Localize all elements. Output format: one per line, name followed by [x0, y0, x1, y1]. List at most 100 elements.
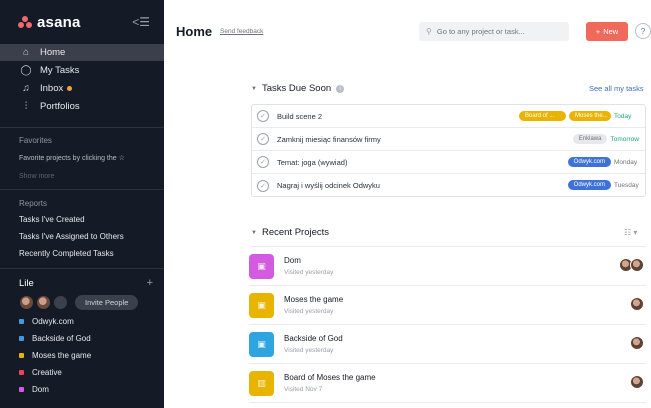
recent-project-row[interactable]: ▣ Moses the game Visited yesterday: [249, 286, 646, 325]
project-color-square: [19, 387, 24, 392]
project-tag[interactable]: Board of ...: [519, 111, 566, 121]
sidebar-project-moses[interactable]: Moses the game: [0, 347, 164, 364]
sidebar-project-label: Creative: [32, 368, 62, 377]
top-bar: Home Send feedback ⚲ + New ?: [164, 0, 651, 62]
report-completed[interactable]: Recently Completed Tasks: [0, 245, 164, 262]
divider: [0, 189, 164, 190]
plus-icon: +: [595, 27, 601, 36]
recent-project-row[interactable]: ▥ Board of Moses the game Visited Nov 7: [249, 364, 646, 403]
search-icon: ⚲: [426, 27, 432, 36]
due-date[interactable]: Tuesday: [614, 182, 639, 189]
divider: [0, 127, 164, 128]
project-visited: Visited Nov 7: [284, 386, 323, 393]
nav-my-tasks[interactable]: ◯ My Tasks: [0, 61, 164, 79]
logo-row: asana <☰: [0, 0, 164, 44]
avatar[interactable]: [630, 336, 644, 350]
project-tile-icon: ▣: [249, 254, 274, 279]
add-project-icon[interactable]: +: [147, 277, 153, 289]
task-meta: Odwyk.com Tuesday: [567, 174, 639, 196]
project-members: [630, 336, 644, 350]
reports-title: Reports: [19, 199, 48, 208]
sidebar-project-label: Moses the game: [32, 351, 92, 360]
project-tile-icon: ▥: [249, 371, 274, 396]
nav-home-label: Home: [40, 47, 66, 58]
sidebar-project-backside[interactable]: Backside of God: [0, 330, 164, 347]
tasks-due-title: Tasks Due Soon: [261, 83, 332, 94]
project-visited: Visited yesterday: [284, 308, 334, 315]
sidebar-project-dom[interactable]: Dom: [0, 381, 164, 398]
check-circle-icon: ◯: [20, 64, 32, 76]
recent-projects-header[interactable]: ▼ Recent Projects: [251, 227, 329, 238]
see-all-tasks-link[interactable]: See all my tasks: [589, 84, 644, 93]
collapse-triangle-icon: ▼: [251, 85, 257, 92]
asana-logo[interactable]: asana: [18, 14, 81, 31]
project-color-square: [19, 353, 24, 358]
check-icon[interactable]: ✓: [257, 179, 269, 192]
project-tag[interactable]: Odwyk.com: [567, 157, 611, 167]
avatar[interactable]: [630, 258, 644, 272]
bar-chart-icon: ⫶: [24, 100, 28, 112]
view-options-icon[interactable]: ☷ ▾: [624, 228, 637, 237]
project-name: Board of Moses the game: [284, 373, 376, 382]
logo-text: asana: [37, 13, 81, 31]
avatar[interactable]: [630, 297, 644, 311]
task-name: Zamknij miesiąc finansów firmy: [277, 134, 381, 144]
sidebar: asana <☰ ⌂ Home ◯ My Tasks ♫ Inbox ⫶ Por…: [0, 0, 164, 408]
project-tile-icon: ▣: [249, 293, 274, 318]
recent-project-row[interactable]: ▣ Backside of God Visited yesterday: [249, 325, 646, 364]
new-button[interactable]: + New: [586, 22, 628, 41]
project-members: [619, 258, 644, 272]
project-tag[interactable]: Enklawa: [572, 134, 608, 144]
tasks-due-header[interactable]: ▼ Tasks Due Soon i: [251, 83, 345, 94]
avatar[interactable]: [53, 294, 68, 310]
project-tag[interactable]: Moses the...: [569, 111, 611, 121]
invite-people-button[interactable]: Invite People: [75, 294, 139, 310]
send-feedback-link[interactable]: Send feedback: [220, 28, 263, 35]
project-color-square: [19, 319, 24, 324]
task-meta: Enklawa Tomorrow: [572, 128, 639, 150]
recent-project-row[interactable]: ▣ Dom Visited yesterday: [249, 247, 646, 286]
project-tile-icon: ▣: [249, 332, 274, 357]
team-header[interactable]: Lile +: [0, 275, 164, 291]
search-bar[interactable]: ⚲: [419, 22, 569, 41]
nav-inbox[interactable]: ♫ Inbox: [0, 79, 164, 97]
task-row[interactable]: ✓ Zamknij miesiąc finansów firmy Enklawa…: [252, 128, 645, 151]
sidebar-project-creative[interactable]: Creative: [0, 364, 164, 381]
help-button[interactable]: ?: [635, 23, 651, 39]
project-visited: Visited yesterday: [284, 269, 334, 276]
nav-portfolios-label: Portfolios: [40, 100, 80, 112]
avatar[interactable]: [19, 294, 34, 310]
collapse-triangle-icon: ▼: [251, 229, 257, 236]
favorites-title: Favorites: [19, 136, 52, 145]
avatar[interactable]: [630, 375, 644, 389]
new-button-label: New: [603, 27, 619, 36]
task-row[interactable]: ✓ Build scene 2 Board of ... Moses the..…: [252, 105, 645, 128]
show-more-link[interactable]: Show more: [0, 173, 164, 180]
report-created[interactable]: Tasks I've Created: [0, 211, 164, 228]
task-row[interactable]: ✓ Temat: joga (wywiad) Odwyk.com Monday: [252, 151, 645, 174]
task-row[interactable]: ✓ Nagraj i wyślij odcinek Odwyku Odwyk.c…: [252, 174, 645, 197]
due-date[interactable]: Tomorrow: [610, 136, 639, 143]
tasks-due-list: ✓ Build scene 2 Board of ... Moses the..…: [251, 104, 646, 197]
project-members: [630, 375, 644, 389]
due-date[interactable]: Monday: [614, 159, 639, 166]
project-name: Backside of God: [284, 334, 343, 343]
project-visited: Visited yesterday: [284, 347, 334, 354]
search-input[interactable]: [436, 27, 557, 36]
nav-home[interactable]: ⌂ Home: [0, 44, 164, 61]
divider: [0, 268, 164, 269]
avatar[interactable]: [36, 294, 51, 310]
collapse-sidebar-icon[interactable]: <☰: [132, 15, 150, 29]
check-icon[interactable]: ✓: [257, 156, 269, 168]
sidebar-project-odwyk[interactable]: Odwyk.com: [0, 313, 164, 330]
project-tag[interactable]: Odwyk.com: [567, 180, 611, 190]
favorites-hint: Favorite projects by clicking the ☆: [19, 155, 125, 162]
report-assigned[interactable]: Tasks I've Assigned to Others: [0, 228, 164, 245]
info-icon[interactable]: i: [336, 84, 345, 93]
nav-portfolios[interactable]: ⫶ Portfolios: [0, 97, 164, 115]
due-date[interactable]: Today: [614, 113, 639, 120]
check-icon[interactable]: ✓: [257, 133, 269, 145]
check-icon[interactable]: ✓: [257, 110, 269, 122]
team-name: Lile: [19, 277, 34, 289]
project-members: [630, 297, 644, 311]
